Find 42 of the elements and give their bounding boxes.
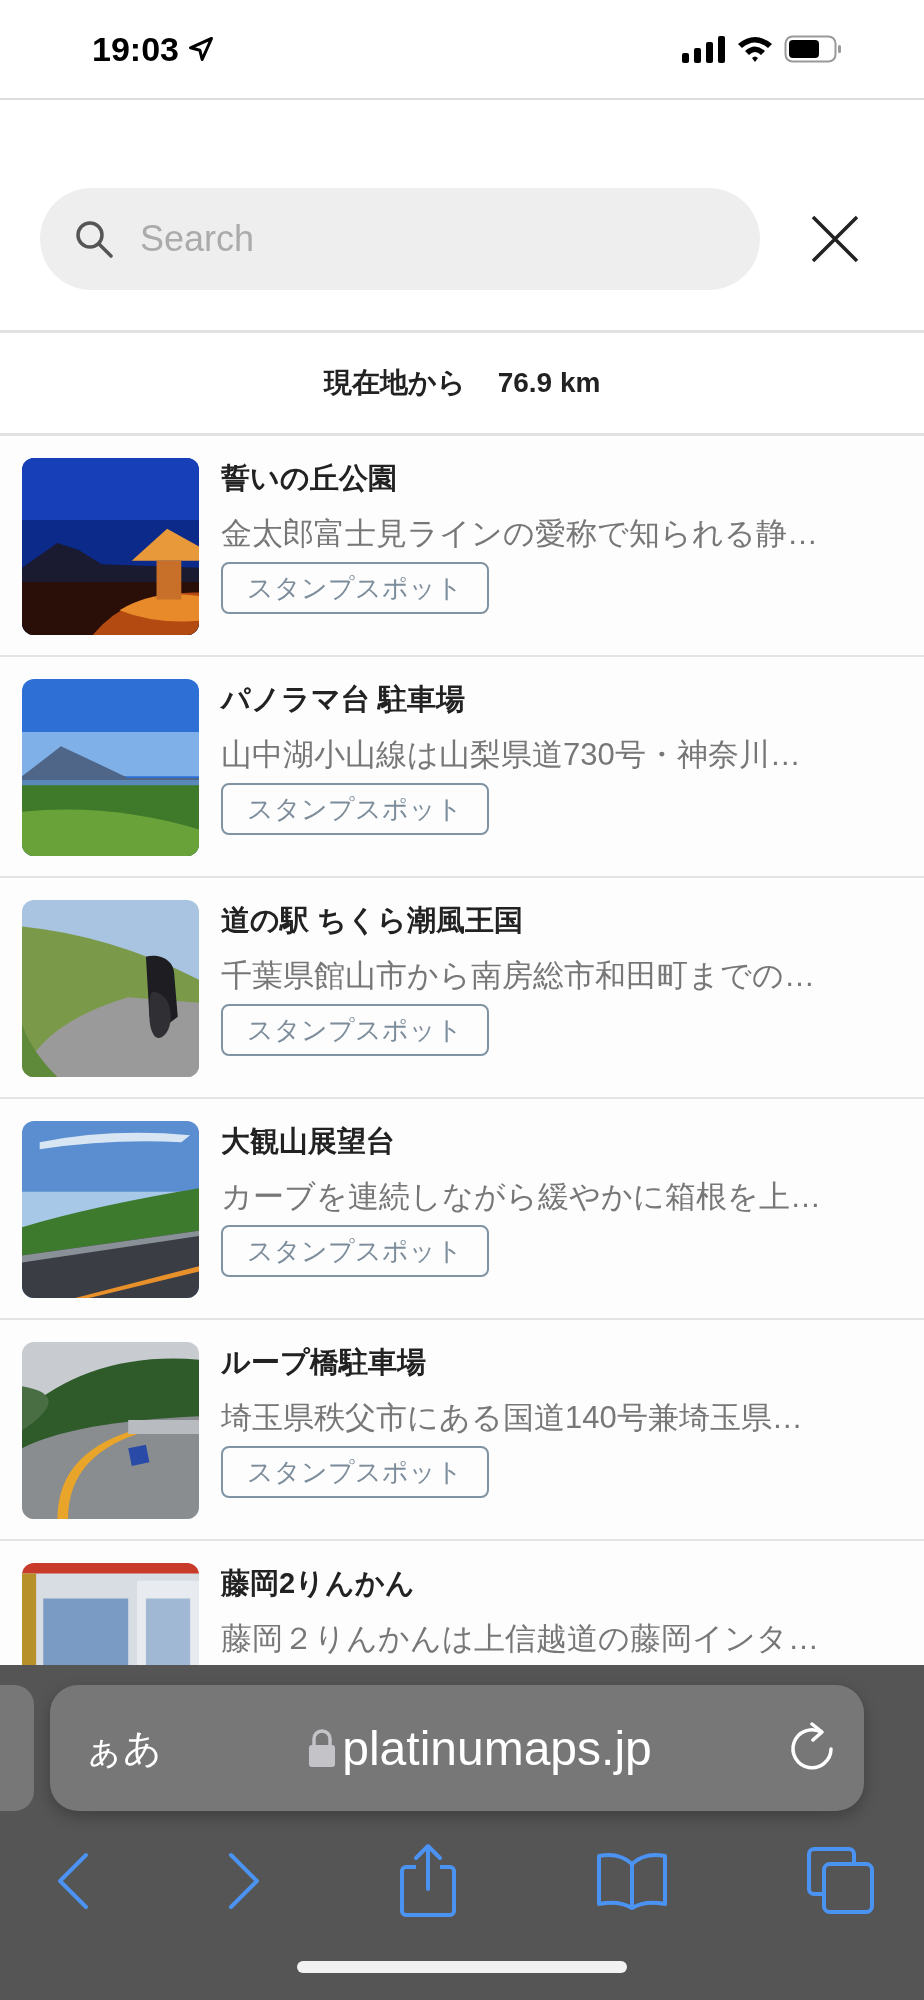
clock-time: 19:03 [92, 29, 179, 69]
spot-title: 道の駅 ちくら潮風王国 [221, 903, 524, 938]
spot-item[interactable]: パノラマ台 駐車場 山中湖小山線は山梨県道730号・神奈川… スタンプスポット [0, 657, 924, 878]
spot-description: 千葉県館山市から南房総市和田町までの… [221, 957, 815, 995]
address-bar[interactable]: ぁあ platinumaps.jp [50, 1685, 864, 1811]
spot-item[interactable]: 大観山展望台 カーブを連続しながら緩やかに箱根を上… スタンプスポット [0, 1099, 924, 1320]
tab-preview[interactable] [0, 1685, 34, 1811]
lock-icon [308, 1728, 337, 1768]
spot-description: 山中湖小山線は山梨県道730号・神奈川… [221, 736, 801, 774]
share-icon[interactable] [398, 1843, 458, 1919]
signal-icon [682, 35, 726, 63]
spot-title: 誓いの丘公園 [221, 461, 397, 496]
spot-title: 大観山展望台 [221, 1124, 395, 1159]
location-arrow-icon [186, 35, 215, 63]
search-icon [74, 219, 114, 259]
spot-description: カーブを連続しながら緩やかに箱根を上… [221, 1178, 821, 1216]
battery-icon [784, 35, 842, 63]
stamp-spot-tag: スタンプスポット [221, 1225, 489, 1277]
spot-title: パノラマ台 駐車場 [221, 682, 466, 717]
close-button[interactable] [810, 214, 860, 264]
forward-icon[interactable] [227, 1852, 261, 1910]
bookmarks-icon[interactable] [595, 1850, 669, 1912]
back-icon[interactable] [56, 1852, 90, 1910]
spot-item[interactable]: 誓いの丘公園 金太郎富士見ラインの愛称で知られる静… スタンプスポット [0, 436, 924, 657]
spot-title: ループ橋駐車場 [221, 1345, 426, 1380]
spot-item[interactable]: ループ橋駐車場 埼玉県秩父市にある国道140号兼埼玉県… スタンプスポット [0, 1320, 924, 1541]
url-text: platinumaps.jp [342, 1720, 652, 1776]
text-size-button[interactable]: ぁあ [74, 1722, 172, 1774]
stamp-spot-tag: スタンプスポット [221, 783, 489, 835]
distance-label: 現在地から [323, 366, 466, 400]
spot-description: 藤岡２りんかんは上信越道の藤岡インタ… [221, 1620, 819, 1658]
wifi-icon [736, 35, 774, 63]
spot-item[interactable]: 道の駅 ちくら潮風王国 千葉県館山市から南房総市和田町までの… スタンプスポット [0, 878, 924, 1099]
distance-value: 76.9 km [497, 367, 601, 399]
tabs-icon[interactable] [806, 1846, 876, 1916]
spot-description: 埼玉県秩父市にある国道140号兼埼玉県… [221, 1399, 803, 1437]
stamp-spot-tag: スタンプスポット [221, 562, 489, 614]
search-field[interactable]: Search [40, 188, 760, 290]
stamp-spot-tag: スタンプスポット [221, 1446, 489, 1498]
spot-title: 藤岡2りんかん [221, 1566, 416, 1601]
spot-description: 金太郎富士見ラインの愛称で知られる静… [221, 515, 818, 553]
stamp-spot-tag: スタンプスポット [221, 1004, 489, 1056]
